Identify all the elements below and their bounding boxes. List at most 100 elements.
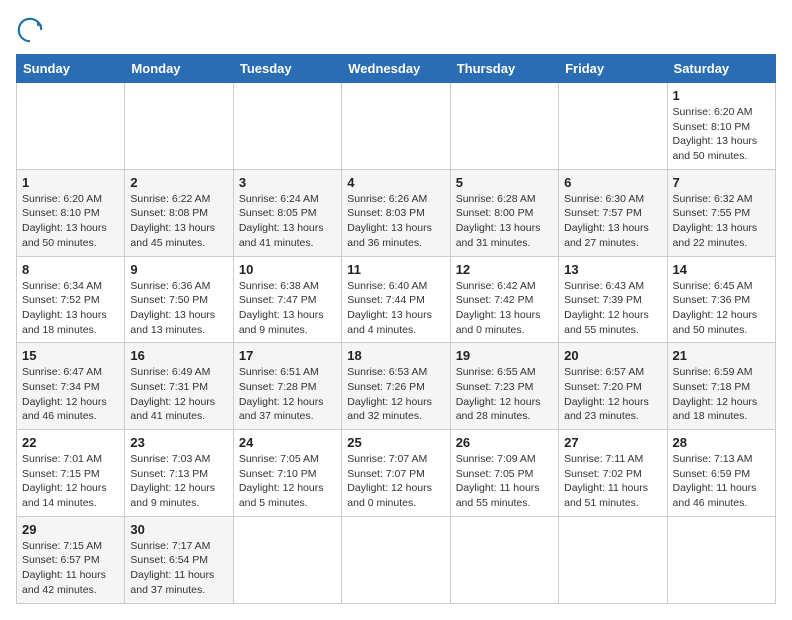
day-info: Sunrise: 6:32 AMSunset: 7:55 PMDaylight:… [673,192,770,251]
day-number: 8 [22,262,119,277]
calendar-cell: 13Sunrise: 6:43 AMSunset: 7:39 PMDayligh… [559,256,667,343]
day-info: Sunrise: 7:07 AMSunset: 7:07 PMDaylight:… [347,452,444,511]
day-info: Sunrise: 6:51 AMSunset: 7:28 PMDaylight:… [239,365,336,424]
header-cell-sunday: Sunday [17,55,125,83]
day-number: 29 [22,522,119,537]
day-number: 11 [347,262,444,277]
day-number: 25 [347,435,444,450]
day-info: Sunrise: 7:17 AMSunset: 6:54 PMDaylight:… [130,539,227,598]
calendar-cell: 26Sunrise: 7:09 AMSunset: 7:05 PMDayligh… [450,430,558,517]
calendar-cell [450,516,558,603]
page-header [16,16,776,44]
calendar-cell: 22 Sunrise: 7:01 AMSunset: 7:15 PMDayligh… [17,430,125,517]
calendar-cell: 24Sunrise: 7:05 AMSunset: 7:10 PMDayligh… [233,430,341,517]
calendar-cell: 10 Sunrise: 6:38 AMSunset: 7:47 PMDayligh… [233,256,341,343]
header-cell-tuesday: Tuesday [233,55,341,83]
calendar-cell: 6 Sunrise: 6:30 AMSunset: 7:57 PMDaylight… [559,169,667,256]
day-info: Sunrise: 6:55 AMSunset: 7:23 PMDaylight:… [456,365,553,424]
calendar-cell [17,83,125,170]
day-info: Sunrise: 6:40 AMSunset: 7:44 PMDaylight:… [347,279,444,338]
day-number: 16 [130,348,227,363]
calendar-week-0: 1 Sunrise: 6:20 AMSunset: 8:10 PMDaylight… [17,83,776,170]
calendar-cell: 20 Sunrise: 6:57 AMSunset: 7:20 PMDayligh… [559,343,667,430]
calendar-cell: 29 Sunrise: 7:15 AMSunset: 6:57 PMDayligh… [17,516,125,603]
calendar-cell: 4 Sunrise: 6:26 AMSunset: 8:03 PMDaylight… [342,169,450,256]
day-number: 28 [673,435,770,450]
header-cell-wednesday: Wednesday [342,55,450,83]
calendar-cell: 1 Sunrise: 6:20 AMSunset: 8:10 PMDaylight… [17,169,125,256]
day-info: Sunrise: 6:30 AMSunset: 7:57 PMDaylight:… [564,192,661,251]
day-info: Sunrise: 6:20 AMSunset: 8:10 PMDaylight:… [673,105,770,164]
day-number: 1 [673,88,770,103]
day-number: 18 [347,348,444,363]
calendar-cell [125,83,233,170]
calendar-cell: 25 Sunrise: 7:07 AMSunset: 7:07 PMDayligh… [342,430,450,517]
day-info: Sunrise: 7:01 AMSunset: 7:15 PMDaylight:… [22,452,119,511]
calendar-cell [667,516,775,603]
calendar-cell: 15 Sunrise: 6:47 AMSunset: 7:34 PMDayligh… [17,343,125,430]
day-number: 4 [347,175,444,190]
day-number: 10 [239,262,336,277]
day-info: Sunrise: 6:24 AMSunset: 8:05 PMDaylight:… [239,192,336,251]
calendar-table: SundayMondayTuesdayWednesdayThursdayFrid… [16,54,776,604]
day-number: 17 [239,348,336,363]
calendar-cell: 19 Sunrise: 6:55 AMSunset: 7:23 PMDayligh… [450,343,558,430]
day-info: Sunrise: 7:15 AMSunset: 6:57 PMDaylight:… [22,539,119,598]
day-info: Sunrise: 6:53 AMSunset: 7:26 PMDaylight:… [347,365,444,424]
header-cell-monday: Monday [125,55,233,83]
day-info: Sunrise: 6:36 AMSunset: 7:50 PMDaylight:… [130,279,227,338]
day-number: 9 [130,262,227,277]
day-info: Sunrise: 7:13 AMSunset: 6:59 PMDaylight:… [673,452,770,511]
day-info: Sunrise: 7:11 AMSunset: 7:02 PMDaylight:… [564,452,661,511]
calendar-cell: 18 Sunrise: 6:53 AMSunset: 7:26 PMDayligh… [342,343,450,430]
calendar-cell: 3 Sunrise: 6:24 AMSunset: 8:05 PMDaylight… [233,169,341,256]
day-info: Sunrise: 6:45 AMSunset: 7:36 PMDaylight:… [673,279,770,338]
calendar-cell: 12 Sunrise: 6:42 AMSunset: 7:42 PMDayligh… [450,256,558,343]
day-info: Sunrise: 6:38 AMSunset: 7:47 PMDaylight:… [239,279,336,338]
calendar-cell: 2Sunrise: 6:22 AMSunset: 8:08 PMDaylight… [125,169,233,256]
calendar-cell: 23Sunrise: 7:03 AMSunset: 7:13 PMDayligh… [125,430,233,517]
day-number: 22 [22,435,119,450]
calendar-cell: 16 Sunrise: 6:49 AMSunset: 7:31 PMDayligh… [125,343,233,430]
day-number: 14 [673,262,770,277]
day-info: Sunrise: 6:20 AMSunset: 8:10 PMDaylight:… [22,192,119,251]
calendar-cell: 7Sunrise: 6:32 AMSunset: 7:55 PMDaylight… [667,169,775,256]
calendar-week-2: 8 Sunrise: 6:34 AMSunset: 7:52 PMDaylight… [17,256,776,343]
day-info: Sunrise: 6:47 AMSunset: 7:34 PMDaylight:… [22,365,119,424]
calendar-body: 1 Sunrise: 6:20 AMSunset: 8:10 PMDaylight… [17,83,776,604]
header-cell-thursday: Thursday [450,55,558,83]
calendar-cell: 30Sunrise: 7:17 AMSunset: 6:54 PMDayligh… [125,516,233,603]
calendar-cell: 27 Sunrise: 7:11 AMSunset: 7:02 PMDayligh… [559,430,667,517]
day-number: 27 [564,435,661,450]
calendar-cell: 21Sunrise: 6:59 AMSunset: 7:18 PMDayligh… [667,343,775,430]
calendar-cell: 17 Sunrise: 6:51 AMSunset: 7:28 PMDayligh… [233,343,341,430]
calendar-cell: 9 Sunrise: 6:36 AMSunset: 7:50 PMDaylight… [125,256,233,343]
calendar-cell: 8 Sunrise: 6:34 AMSunset: 7:52 PMDaylight… [17,256,125,343]
day-number: 19 [456,348,553,363]
header-cell-friday: Friday [559,55,667,83]
day-info: Sunrise: 6:34 AMSunset: 7:52 PMDaylight:… [22,279,119,338]
logo-icon [16,16,44,44]
day-info: Sunrise: 6:26 AMSunset: 8:03 PMDaylight:… [347,192,444,251]
day-info: Sunrise: 6:42 AMSunset: 7:42 PMDaylight:… [456,279,553,338]
day-number: 12 [456,262,553,277]
calendar-cell: 28 Sunrise: 7:13 AMSunset: 6:59 PMDayligh… [667,430,775,517]
calendar-cell: 11 Sunrise: 6:40 AMSunset: 7:44 PMDayligh… [342,256,450,343]
day-info: Sunrise: 6:49 AMSunset: 7:31 PMDaylight:… [130,365,227,424]
day-number: 1 [22,175,119,190]
day-number: 20 [564,348,661,363]
day-number: 3 [239,175,336,190]
calendar-cell [559,516,667,603]
calendar-week-4: 22 Sunrise: 7:01 AMSunset: 7:15 PMDayligh… [17,430,776,517]
calendar-cell [342,516,450,603]
day-number: 15 [22,348,119,363]
day-info: Sunrise: 6:57 AMSunset: 7:20 PMDaylight:… [564,365,661,424]
day-number: 26 [456,435,553,450]
calendar-week-1: 1 Sunrise: 6:20 AMSunset: 8:10 PMDaylight… [17,169,776,256]
day-number: 5 [456,175,553,190]
day-number: 6 [564,175,661,190]
calendar-cell [342,83,450,170]
calendar-header-row: SundayMondayTuesdayWednesdayThursdayFrid… [17,55,776,83]
day-number: 24 [239,435,336,450]
calendar-cell [233,83,341,170]
